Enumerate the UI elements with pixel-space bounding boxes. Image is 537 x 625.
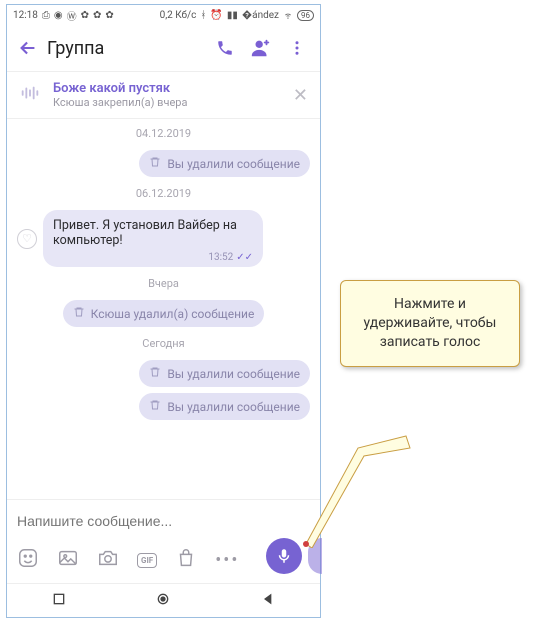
message-text: Привет. Я установил Вайбер на компьютер! [53,218,253,248]
alarm-icon: ⏰ [210,10,222,21]
notif-icon: ⎙ [42,10,50,21]
status-right: 0,2 Кб/с ᚼ ⏰ ▮▮ �ández 96 [160,10,314,21]
misc-icon: ✿ [105,10,113,21]
status-time: 12:18 [13,10,38,21]
tooltip-callout: Нажмите и удерживайте, чтобы записать го… [340,280,520,367]
deleted-message-bubble[interactable]: Ксюша удалил(а) сообщение [63,300,265,327]
chat-title[interactable]: Группа [47,38,214,59]
date-chip: 06.12.2019 [17,187,310,200]
android-navbar [7,583,320,617]
deleted-message-bubble[interactable]: Вы удалили сообщение [139,360,310,387]
vk-icon: Ⓦ [67,8,77,23]
message-input[interactable] [17,513,310,529]
pinned-subtitle: Ксюша закрепил(а) вчера [53,96,281,109]
bluetooth-icon: ᚼ [200,10,206,21]
menu-button[interactable] [286,37,308,59]
signal-icon: ▮▮ [227,10,238,21]
pinned-title: Боже какой пустяк [53,81,281,96]
wifi-icon-svg [283,10,293,20]
back-button[interactable] [15,35,41,61]
deleted-label: Вы удалили сообщение [167,157,300,171]
shop-button[interactable] [175,547,197,573]
phone-frame: 12:18 ⎙ ◉ Ⓦ ✿ ✿ ✿ 0,2 Кб/с ᚼ ⏰ ▮▮ �ández… [6,4,321,618]
sync-icon: ✿ [93,10,101,21]
whatsapp-icon: ◉ [54,10,63,21]
trash-icon [73,306,85,321]
nav-home[interactable] [155,591,171,611]
wifi-icon: �ández [242,10,279,21]
status-net: 0,2 Кб/с [160,10,197,21]
nav-recents[interactable] [51,591,67,611]
callout-text: Нажмите и удерживайте, чтобы записать го… [364,296,497,350]
date-chip: 04.12.2019 [17,127,310,140]
nav-back[interactable] [260,591,276,611]
deleted-label: Ксюша удалил(а) сообщение [91,307,255,321]
message-bubble[interactable]: Привет. Я установил Вайбер на компьютер!… [43,210,263,267]
voice-wave-icon [19,82,41,108]
deleted-message-bubble[interactable]: Вы удалили сообщение [139,393,310,420]
add-user-button[interactable] [250,37,272,59]
settings-icon: ✿ [81,10,89,21]
trash-icon [149,366,161,381]
more-button[interactable]: ••• [215,550,239,571]
read-receipt-icon: ✓✓ [236,252,253,263]
pinned-close-button[interactable]: ✕ [293,85,308,106]
chat-area: 04.12.2019 Вы удалили сообщение 06.12.20… [7,119,320,499]
camera-button[interactable] [97,547,119,573]
battery-badge: 96 [297,10,314,21]
gif-button[interactable]: GIF [137,553,157,568]
call-button[interactable] [214,37,236,59]
like-button[interactable]: ♡ [17,229,37,249]
trash-icon [149,399,161,414]
date-chip: Сегодня [17,337,310,350]
gallery-button[interactable] [57,547,79,573]
deleted-message-bubble[interactable]: Вы удалили сообщение [139,150,310,177]
sticker-button[interactable] [17,547,39,573]
composer [7,499,320,537]
message-time: 13:52 [208,252,233,263]
send-button-edge[interactable] [308,538,322,574]
deleted-label: Вы удалили сообщение [167,400,300,414]
status-left: 12:18 ⎙ ◉ Ⓦ ✿ ✿ ✿ [13,8,114,23]
attachment-row: GIF ••• [7,537,320,583]
pinned-message[interactable]: Боже какой пустяк Ксюша закрепил(а) вчер… [7,71,320,119]
trash-icon [149,156,161,171]
date-chip: Вчера [17,277,310,290]
voice-record-button[interactable] [266,538,302,574]
deleted-label: Вы удалили сообщение [167,367,300,381]
status-bar: 12:18 ⎙ ◉ Ⓦ ✿ ✿ ✿ 0,2 Кб/с ᚼ ⏰ ▮▮ �ández… [7,5,320,25]
app-bar: Группа [7,25,320,71]
